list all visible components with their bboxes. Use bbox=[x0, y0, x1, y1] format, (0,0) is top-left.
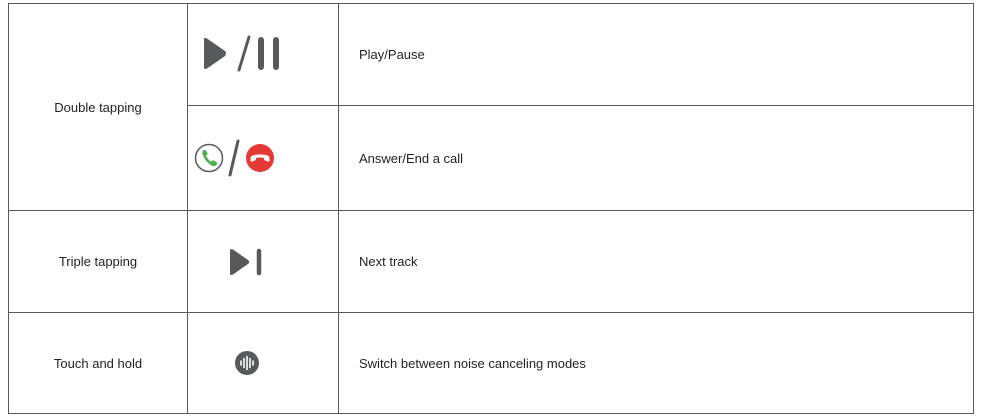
answer-end-call-icon bbox=[188, 106, 338, 210]
gesture-cell: Touch and hold bbox=[8, 312, 188, 414]
action-label: Play/Pause bbox=[359, 47, 425, 62]
action-label: Switch between noise canceling modes bbox=[359, 355, 586, 371]
gesture-cell: Double tapping bbox=[8, 3, 188, 211]
table-row: Double tapping Play/Pause bbox=[8, 3, 974, 211]
next-track-icon bbox=[188, 211, 338, 312]
action-label: Answer/End a call bbox=[359, 150, 464, 166]
icon-cell bbox=[187, 312, 339, 414]
table-row: Touch and hold Switch between noise canc… bbox=[8, 312, 974, 414]
action-label: Next track bbox=[359, 254, 418, 269]
play-pause-icon bbox=[188, 4, 338, 105]
icon-cell bbox=[187, 3, 339, 106]
table-row: Triple tapping Next track bbox=[8, 210, 974, 313]
gesture-cell: Triple tapping bbox=[8, 210, 188, 313]
action-cell: Play/Pause bbox=[338, 3, 974, 106]
gesture-label: Touch and hold bbox=[53, 355, 143, 371]
gesture-label: Triple tapping bbox=[58, 254, 138, 269]
action-cell: Answer/End a call bbox=[338, 105, 974, 211]
gesture-table: Double tapping Play/Pause Answer/End a c… bbox=[8, 3, 974, 414]
action-cell: Switch between noise canceling modes bbox=[338, 312, 974, 414]
noise-canceling-icon bbox=[188, 313, 338, 413]
icon-cell bbox=[187, 210, 339, 313]
icon-cell bbox=[187, 105, 339, 211]
gesture-label: Double tapping bbox=[54, 99, 142, 115]
action-cell: Next track bbox=[338, 210, 974, 313]
